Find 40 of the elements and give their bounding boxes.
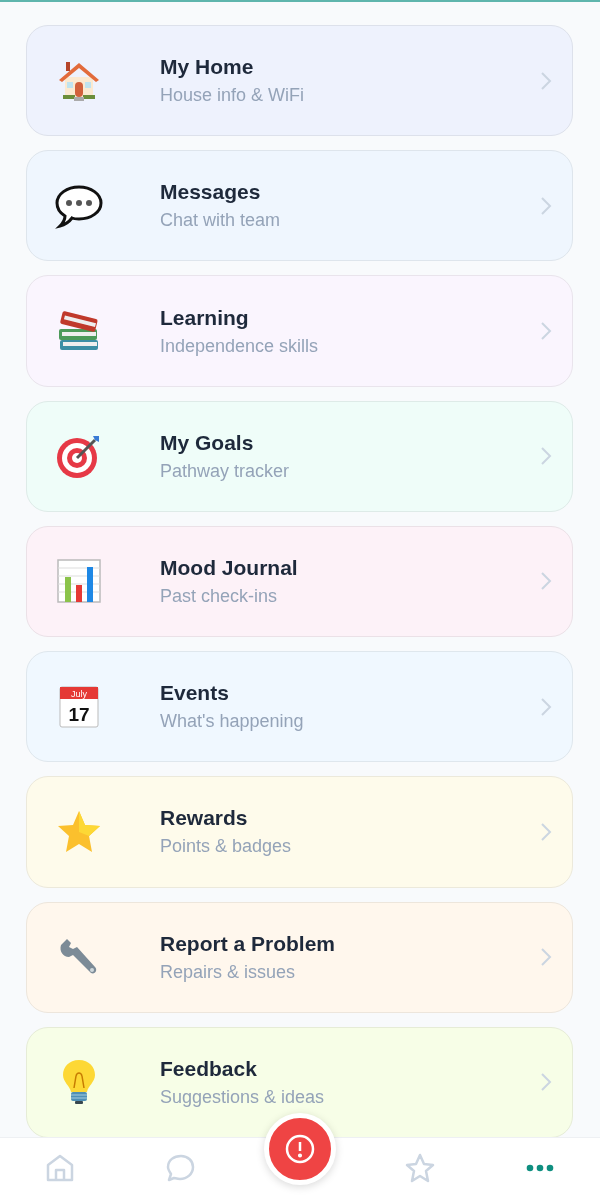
card-subtitle: Chat with team <box>160 210 281 232</box>
card-title: Report a Problem <box>160 931 336 956</box>
card-title: Feedback <box>160 1056 257 1081</box>
chevron-icon <box>540 571 552 592</box>
chevron-icon <box>540 947 552 968</box>
card-title: My Goals <box>160 430 254 455</box>
card-subtitle: Pathway tracker <box>160 460 290 482</box>
calendar-day: 17 <box>68 703 90 725</box>
card-title: Events <box>160 681 229 706</box>
chevron-icon <box>540 321 552 342</box>
menu-card[interactable]: My Home House info & WiFi <box>26 25 573 137</box>
menu-card[interactable]: Mood Journal Past check-ins <box>26 525 573 638</box>
calendar-month: July <box>71 688 87 699</box>
exclamation-icon <box>284 1132 316 1165</box>
chevron-icon <box>540 1072 552 1093</box>
card-subtitle: Points & badges <box>160 836 292 858</box>
menu-card[interactable]: Feedback Suggestions & ideas <box>26 1026 573 1138</box>
card-title: Learning <box>160 305 249 330</box>
menu-card[interactable]: Learning Independence skills <box>26 275 573 387</box>
card-subtitle: What's happening <box>160 711 304 733</box>
menu-card[interactable]: Messages Chat with team <box>26 150 573 262</box>
chevron-icon <box>540 821 552 842</box>
chevron-icon <box>540 70 552 91</box>
card-title: My Home <box>160 55 254 80</box>
card-subtitle: House info & WiFi <box>160 85 305 107</box>
card-title: Messages <box>160 180 261 205</box>
menu-card[interactable]: My Goals Pathway tracker <box>26 400 573 512</box>
card-subtitle: Repairs & issues <box>160 961 296 983</box>
chevron-icon <box>540 696 552 717</box>
card-subtitle: Independence skills <box>160 335 319 357</box>
chevron-icon <box>540 195 552 216</box>
card-title: Rewards <box>160 806 248 831</box>
card-subtitle: Suggestions & ideas <box>160 1086 325 1108</box>
chevron-icon <box>540 446 552 467</box>
bar-chart-icon <box>55 557 103 606</box>
menu-card[interactable]: July 17 Events What's happening <box>26 651 573 763</box>
card-title: Mood Journal <box>160 556 298 580</box>
menu-card[interactable]: Report a Problem Repairs & issues <box>26 901 573 1013</box>
menu-card[interactable]: Rewards Points & badges <box>26 776 573 888</box>
card-subtitle: Past check-ins <box>160 586 278 607</box>
